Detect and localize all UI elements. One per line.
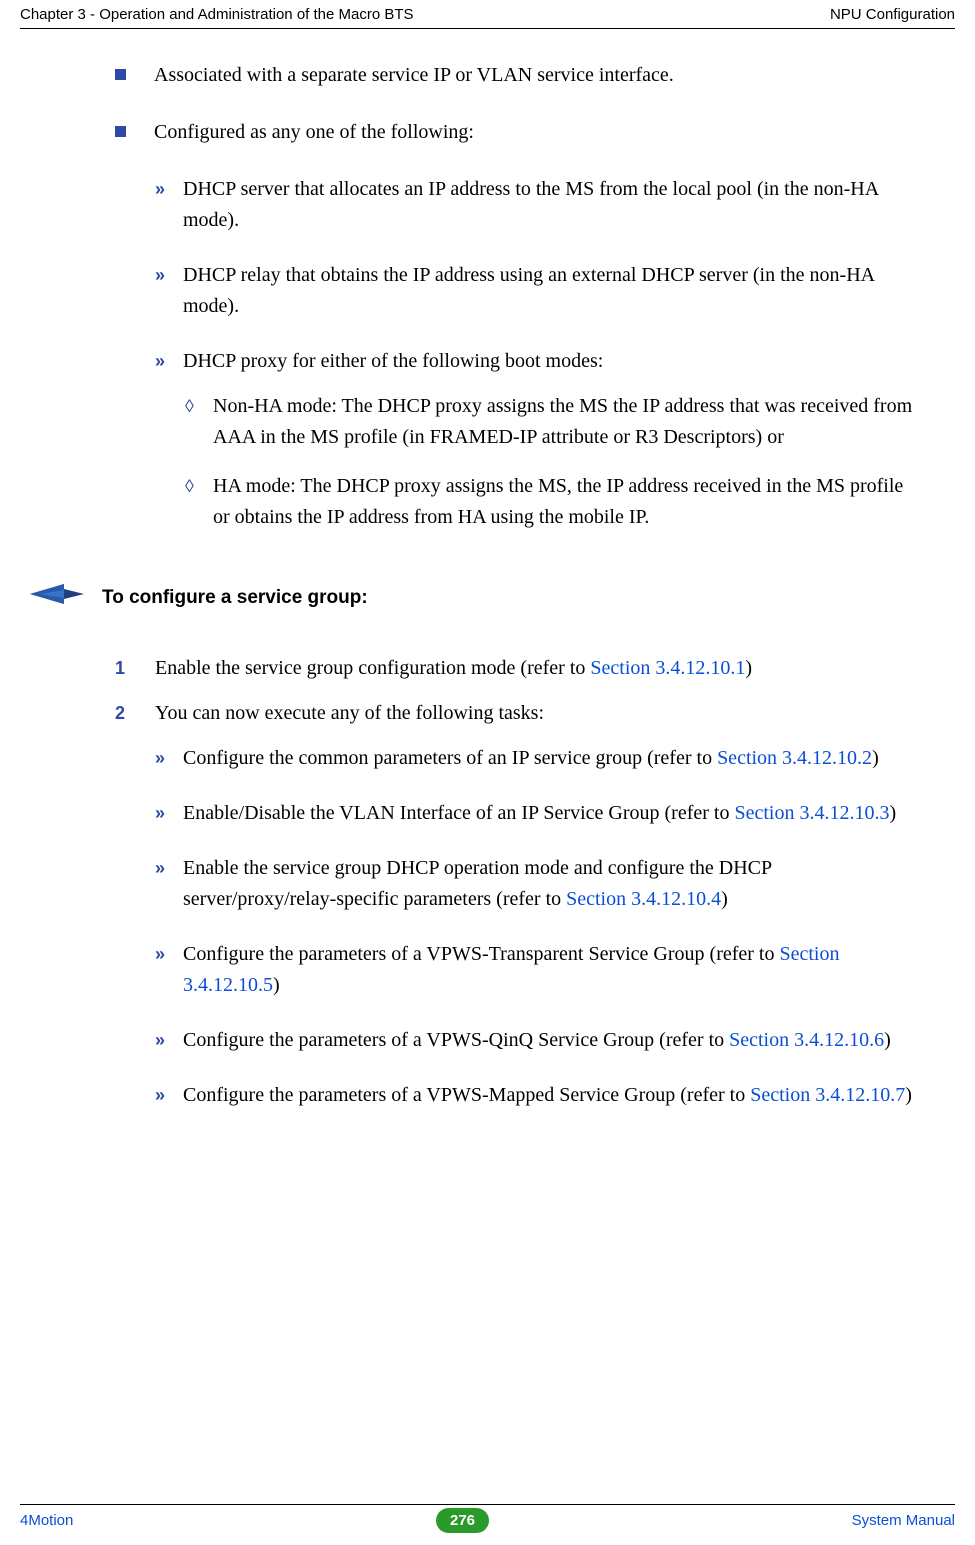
task-text: Configure the parameters of a VPWS-Trans… [183, 939, 915, 1001]
header-section: NPU Configuration [830, 6, 955, 23]
footer-rule [20, 1504, 955, 1505]
step-text: You can now execute any of the following… [155, 698, 544, 729]
chevron-icon: » [155, 348, 183, 376]
task-text: Configure the parameters of a VPWS-Mappe… [183, 1080, 912, 1111]
step-number: 1 [115, 655, 155, 683]
procedure-arrow-icon [30, 581, 84, 617]
section-link[interactable]: Section 3.4.12.10.7 [750, 1084, 905, 1106]
page-number-badge: 276 [436, 1508, 489, 1533]
section-link[interactable]: Section 3.4.12.10.1 [590, 657, 745, 679]
chevron-icon: » [155, 745, 183, 773]
step-text: Enable the service group configuration m… [155, 653, 752, 684]
task-text: Configure the common parameters of an IP… [183, 743, 879, 774]
task-text: Enable the service group DHCP operation … [183, 853, 915, 915]
section-link[interactable]: Section 3.4.12.10.2 [717, 747, 872, 769]
chevron-icon: » [155, 941, 183, 969]
diamond-icon: ◊ [185, 393, 213, 421]
section-link[interactable]: Section 3.4.12.10.6 [729, 1029, 884, 1051]
diamond-text: HA mode: The DHCP proxy assigns the MS, … [213, 471, 915, 533]
section-link[interactable]: Section 3.4.12.10.3 [734, 802, 889, 824]
step-number: 2 [115, 700, 155, 728]
diamond-icon: ◊ [185, 473, 213, 501]
chevron-icon: » [155, 1082, 183, 1110]
sub-bullet-text: DHCP server that allocates an IP address… [183, 174, 915, 236]
bullet-text: Associated with a separate service IP or… [154, 60, 674, 91]
chevron-icon: » [155, 800, 183, 828]
section-link[interactable]: Section 3.4.12.10.4 [566, 888, 721, 910]
chevron-icon: » [155, 1027, 183, 1055]
header-chapter: Chapter 3 - Operation and Administration… [20, 6, 414, 23]
procedure-title: To configure a service group: [102, 583, 368, 612]
chevron-icon: » [155, 176, 183, 204]
task-text: Enable/Disable the VLAN Interface of an … [183, 798, 896, 829]
square-bullet-icon [115, 126, 126, 137]
sub-bullet-text: DHCP proxy for either of the following b… [183, 346, 603, 377]
sub-bullet-text: DHCP relay that obtains the IP address u… [183, 260, 915, 322]
chevron-icon: » [155, 855, 183, 883]
task-text: Configure the parameters of a VPWS-QinQ … [183, 1025, 891, 1056]
chevron-icon: » [155, 262, 183, 290]
diamond-text: Non-HA mode: The DHCP proxy assigns the … [213, 391, 915, 453]
bullet-text: Configured as any one of the following: [154, 117, 474, 148]
footer-product: 4Motion [20, 1512, 73, 1529]
square-bullet-icon [115, 69, 126, 80]
header-rule [20, 28, 955, 29]
footer-doc-title: System Manual [852, 1512, 955, 1529]
